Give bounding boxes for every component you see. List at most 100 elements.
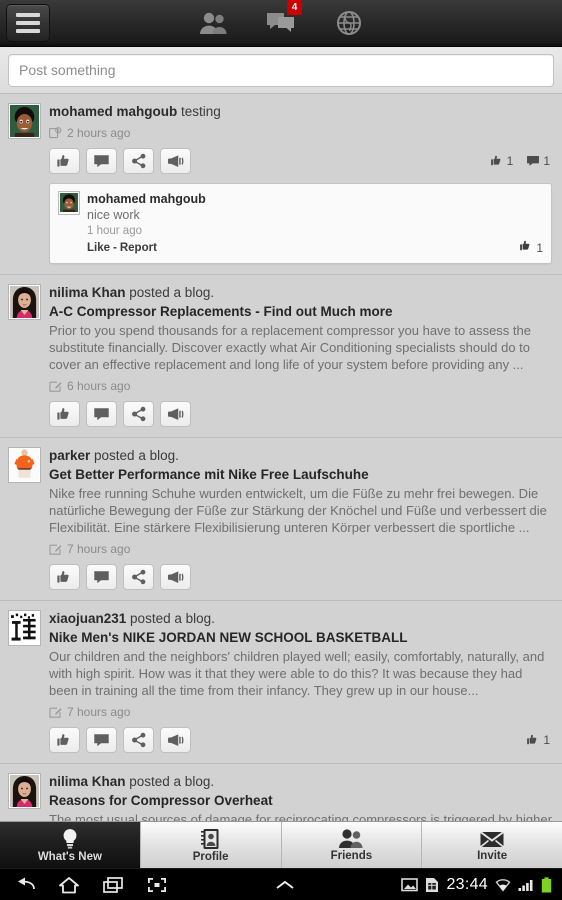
- comment-count: 1: [526, 154, 550, 168]
- post-author-name[interactable]: nilima Khan: [49, 774, 126, 789]
- comment-report-link[interactable]: Report: [120, 242, 157, 254]
- post-excerpt: Prior to you spend thousands for a repla…: [49, 323, 531, 372]
- feed-post[interactable]: mohamed mahgoub testing 2 hours ago 1 1 moha…: [0, 94, 562, 275]
- wifi-icon: [495, 879, 511, 892]
- comment-timestamp: 1 hour ago: [87, 225, 142, 237]
- share-button[interactable]: [123, 401, 154, 427]
- tab-label: What's New: [37, 850, 102, 863]
- comment-button[interactable]: [86, 564, 117, 590]
- home-icon[interactable]: [58, 876, 80, 894]
- contact-card-icon: [201, 828, 219, 849]
- promote-button[interactable]: [160, 401, 191, 427]
- back-icon[interactable]: [14, 876, 36, 894]
- tab-friends[interactable]: Friends: [281, 822, 423, 868]
- post-excerpt: The most usual sources of damage for rec…: [49, 812, 552, 821]
- like-button[interactable]: [49, 148, 80, 174]
- post-actions-row: [49, 401, 552, 427]
- post-body: xiaojuan231 posted a blog. Nike Men's NIK…: [49, 610, 552, 753]
- post-title[interactable]: Nike Men's NIKE JORDAN NEW SCHOOL BASKET…: [49, 629, 552, 646]
- post-author-name[interactable]: xiaojuan231: [49, 611, 126, 626]
- avatar[interactable]: [8, 284, 41, 320]
- tab-invite[interactable]: Invite: [422, 822, 562, 868]
- comment-card[interactable]: mohamed mahgoub nice work 1 hour ago Like - R…: [49, 183, 552, 264]
- recents-icon[interactable]: [102, 876, 124, 894]
- feed-post[interactable]: xiaojuan231 posted a blog. Nike Men's NIK…: [0, 601, 562, 764]
- thumbs-up-icon: [56, 406, 73, 423]
- like-button[interactable]: [49, 401, 80, 427]
- post-author-line: nilima Khan posted a blog.: [49, 773, 552, 790]
- promote-button[interactable]: [160, 727, 191, 753]
- comment-button[interactable]: [86, 148, 117, 174]
- post-counters: 11: [490, 154, 552, 168]
- post-something-input[interactable]: Post something: [8, 53, 554, 87]
- comment-button[interactable]: [86, 401, 117, 427]
- share-nodes-icon: [131, 153, 147, 169]
- promote-button[interactable]: [160, 148, 191, 174]
- android-system-bar: 23:44: [0, 868, 562, 900]
- thumbs-up-icon: [56, 569, 73, 586]
- signal-icon: [518, 880, 533, 891]
- megaphone-icon: [167, 570, 185, 584]
- post-title[interactable]: A-C Compressor Replacements - Find out M…: [49, 303, 552, 320]
- comment-like-link[interactable]: Like: [87, 242, 110, 254]
- post-timestamp: 7 hours ago: [67, 705, 131, 719]
- status-post-icon: [49, 126, 62, 140]
- avatar[interactable]: [8, 610, 41, 646]
- post-timestamp: 6 hours ago: [67, 379, 131, 393]
- like-button[interactable]: [49, 564, 80, 590]
- appbar-icon-group: 4: [0, 0, 562, 46]
- hamburger-menu-button[interactable]: [6, 4, 50, 42]
- comment-avatar[interactable]: [58, 191, 80, 215]
- comment-body: mohamed mahgoub nice work 1 hour ago Like - R…: [87, 191, 512, 256]
- tab-label: Friends: [330, 850, 373, 862]
- post-author-line: xiaojuan231 posted a blog.: [49, 610, 552, 627]
- post-author-name[interactable]: nilima Khan: [49, 285, 126, 300]
- comment-links: Like - Report: [87, 240, 512, 256]
- post-timestamp: 2 hours ago: [67, 126, 131, 140]
- share-button[interactable]: [123, 148, 154, 174]
- feed-post[interactable]: nilima Khan posted a blog. Reasons for Co…: [0, 764, 562, 821]
- promote-button[interactable]: [160, 564, 191, 590]
- hamburger-icon-bar: [16, 29, 40, 33]
- post-body: nilima Khan posted a blog. Reasons for Co…: [49, 773, 552, 821]
- screenshot-icon[interactable]: [146, 876, 168, 894]
- like-count-value: 1: [543, 733, 550, 747]
- tab-profile[interactable]: Profile: [140, 822, 282, 868]
- post-excerpt: Nike free running Schuhe wurden entwicke…: [49, 486, 547, 535]
- post-actions-row: [49, 564, 552, 590]
- speech-bubble-icon: [526, 155, 540, 167]
- post-author-line: nilima Khan posted a blog.: [49, 284, 552, 301]
- share-button[interactable]: [123, 727, 154, 753]
- avatar[interactable]: [8, 773, 41, 809]
- speech-bubble-icon: [93, 733, 110, 747]
- share-button[interactable]: [123, 564, 154, 590]
- messages-badge: 4: [287, 0, 302, 15]
- comment-button[interactable]: [86, 727, 117, 753]
- post-author-name[interactable]: mohamed mahgoub: [49, 104, 177, 119]
- post-counters: 1: [526, 733, 552, 747]
- post-title[interactable]: Get Better Performance mit Nike Free Lau…: [49, 466, 552, 483]
- avatar[interactable]: [8, 103, 41, 139]
- app-screen: 4 Post something mohamed mahgoub testing…: [0, 0, 562, 900]
- post-body: parker posted a blog. Get Better Performa…: [49, 447, 552, 590]
- like-count-value: 1: [506, 154, 514, 168]
- post-author-line: parker posted a blog.: [49, 447, 552, 464]
- thumbs-up-icon: [519, 239, 533, 256]
- tab-label: Invite: [477, 849, 508, 862]
- post-action-text: testing: [177, 104, 221, 119]
- news-feed[interactable]: mohamed mahgoub testing 2 hours ago 1 1 moha…: [0, 94, 562, 821]
- messages-icon[interactable]: 4: [264, 0, 302, 38]
- blog-post-icon: [49, 380, 62, 393]
- thumbs-up-icon: [490, 154, 504, 168]
- avatar[interactable]: [8, 447, 41, 483]
- friends-icon[interactable]: [196, 8, 230, 38]
- comment-author[interactable]: mohamed mahgoub: [87, 191, 512, 207]
- tab-whats-new[interactable]: What's New: [0, 822, 141, 868]
- post-title[interactable]: Reasons for Compressor Overheat: [49, 792, 552, 809]
- expand-caret-icon[interactable]: [168, 878, 401, 892]
- like-button[interactable]: [49, 727, 80, 753]
- feed-post[interactable]: nilima Khan posted a blog. A-C Compressor…: [0, 275, 562, 438]
- globe-icon[interactable]: [332, 8, 366, 38]
- post-author-name[interactable]: parker: [49, 448, 90, 463]
- feed-post[interactable]: parker posted a blog. Get Better Performa…: [0, 438, 562, 601]
